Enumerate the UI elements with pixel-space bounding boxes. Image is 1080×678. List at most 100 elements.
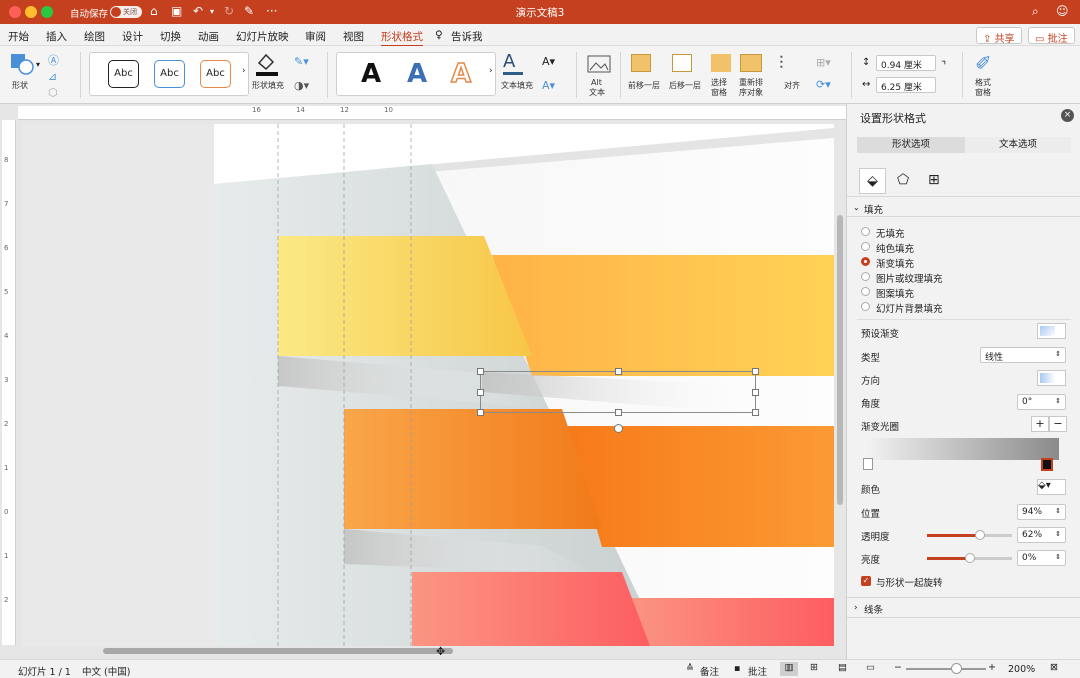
brightness-field[interactable]: 0% ⇕ xyxy=(1017,550,1066,566)
search-icon[interactable]: ⌕ xyxy=(1032,4,1039,19)
line-section-chevron-icon[interactable]: › xyxy=(854,603,858,613)
text-outline-icon[interactable]: A▾ xyxy=(542,55,555,68)
edit-shape-icon[interactable]: ⊿ xyxy=(48,70,57,83)
close-pane-icon[interactable]: × xyxy=(1061,109,1074,122)
autosave-toggle[interactable]: 关闭 xyxy=(110,6,142,18)
wordart-style-1[interactable]: A xyxy=(361,59,381,89)
selected-shape[interactable] xyxy=(480,371,756,413)
language-indicator[interactable]: 中文 (中国) xyxy=(82,664,130,678)
format-pane-icon[interactable]: ✐ xyxy=(975,51,992,75)
add-stop-button[interactable]: + xyxy=(1031,416,1049,432)
bring-forward-icon[interactable] xyxy=(631,54,651,72)
tab-home[interactable]: 开始 xyxy=(8,29,29,44)
shapes-button[interactable] xyxy=(9,52,35,79)
tab-text-options[interactable]: 文本选项 xyxy=(965,137,1071,153)
gradient-stop-1[interactable] xyxy=(863,458,873,470)
resize-handle[interactable] xyxy=(477,409,484,416)
tab-insert[interactable]: 插入 xyxy=(46,29,67,44)
shape-effects-icon[interactable]: ◑▾ xyxy=(294,79,309,92)
resize-handle[interactable] xyxy=(615,409,622,416)
height-field[interactable]: 0.94 厘米 xyxy=(876,55,936,71)
tab-slideshow[interactable]: 幻灯片放映 xyxy=(236,29,289,44)
brightness-slider[interactable] xyxy=(927,553,1012,563)
resize-handle[interactable] xyxy=(477,389,484,396)
text-effects-icon[interactable]: A▾ xyxy=(542,79,555,92)
transparency-slider-thumb[interactable] xyxy=(974,530,985,540)
more-icon[interactable]: ··· xyxy=(266,4,277,18)
radio-solid-fill[interactable] xyxy=(861,242,870,251)
notes-button[interactable]: 备注 xyxy=(700,664,719,678)
zoom-slider[interactable] xyxy=(906,663,986,674)
reading-view-icon[interactable]: ▤ xyxy=(838,662,847,673)
gradient-bar[interactable] xyxy=(867,438,1059,460)
fill-section-header[interactable]: 填充 xyxy=(864,202,883,216)
wordart-style-2[interactable]: A xyxy=(407,59,427,89)
shape-fill-button[interactable] xyxy=(254,51,280,80)
shape-style-1[interactable]: Abc xyxy=(108,60,139,88)
horizontal-scrollbar[interactable] xyxy=(103,648,453,654)
line-section-header[interactable]: 线条 xyxy=(864,602,883,616)
resize-handle[interactable] xyxy=(477,368,484,375)
comments-status-button[interactable]: 批注 xyxy=(748,664,767,678)
tab-review[interactable]: 审阅 xyxy=(305,29,326,44)
radio-pattern-fill[interactable] xyxy=(861,287,870,296)
tab-view[interactable]: 视图 xyxy=(343,29,364,44)
resize-handle[interactable] xyxy=(615,368,622,375)
comments-button[interactable]: ▭ 批注 xyxy=(1028,27,1075,45)
tab-transitions[interactable]: 切换 xyxy=(160,29,181,44)
shapes-dropdown-icon[interactable]: ▾ xyxy=(36,60,40,69)
alt-text-button[interactable] xyxy=(587,55,611,78)
position-field[interactable]: 94% ⇕ xyxy=(1017,504,1066,520)
slide[interactable] xyxy=(22,124,834,646)
vertical-scrollbar[interactable] xyxy=(837,215,843,505)
transparency-slider[interactable] xyxy=(927,530,1012,540)
tab-draw[interactable]: 绘图 xyxy=(84,29,105,44)
color-picker-button[interactable]: ⬙▾ xyxy=(1037,479,1066,495)
tab-animations[interactable]: 动画 xyxy=(198,29,219,44)
redo-icon[interactable]: ↻ xyxy=(224,4,234,18)
merge-shapes-icon[interactable]: ⬡ xyxy=(48,86,58,99)
fit-to-window-icon[interactable]: ⊠ xyxy=(1050,662,1058,673)
save-icon[interactable]: ▣ xyxy=(171,4,182,18)
zoom-slider-thumb[interactable] xyxy=(951,663,962,674)
text-fill-button[interactable]: A xyxy=(503,51,523,75)
transparency-field[interactable]: 62% ⇕ xyxy=(1017,527,1066,543)
share-button[interactable]: ⇪ 共享 xyxy=(976,27,1022,45)
edit-icon[interactable]: ✎ xyxy=(244,4,254,18)
shape-style-2[interactable]: Abc xyxy=(154,60,185,88)
type-select[interactable]: 线性 ⇕ xyxy=(980,347,1066,363)
home-icon[interactable]: ⌂ xyxy=(150,4,158,18)
radio-picture-fill[interactable] xyxy=(861,272,870,281)
undo-icon[interactable]: ↶ xyxy=(193,4,203,18)
reorder-objects-icon[interactable] xyxy=(740,54,762,72)
slide-sorter-icon[interactable]: ⊞ xyxy=(810,662,818,673)
tab-shape-format[interactable]: 形状格式 xyxy=(381,29,423,47)
tab-tell-me[interactable]: 告诉我 xyxy=(451,29,483,44)
zoom-out-icon[interactable]: − xyxy=(894,662,902,673)
angle-field[interactable]: 0° ⇕ xyxy=(1017,394,1066,410)
radio-no-fill[interactable] xyxy=(861,227,870,236)
rotate-with-shape-checkbox[interactable]: ✓ xyxy=(861,576,871,586)
size-properties-tab-icon[interactable]: ⊞ xyxy=(928,172,940,188)
shape-style-3[interactable]: Abc xyxy=(200,60,231,88)
align-icon[interactable]: ⫶ xyxy=(779,53,784,74)
close-window-button[interactable] xyxy=(9,6,21,18)
fill-section-chevron-icon[interactable]: ⌄ xyxy=(853,203,860,212)
gradient-stop-2[interactable] xyxy=(1041,458,1053,471)
tab-design[interactable]: 设计 xyxy=(122,29,143,44)
lock-aspect-icon[interactable]: ⌝ xyxy=(941,59,946,72)
styles-more-icon[interactable]: › xyxy=(242,66,246,76)
resize-handle[interactable] xyxy=(752,409,759,416)
wordart-more-icon[interactable]: › xyxy=(489,66,493,76)
fill-line-tab-icon[interactable]: ⬙ xyxy=(859,168,886,194)
shape-outline-icon[interactable]: ✎▾ xyxy=(294,55,309,68)
textbox-icon[interactable]: Ⓐ xyxy=(48,52,59,68)
brightness-slider-thumb[interactable] xyxy=(965,553,975,563)
slideshow-icon[interactable]: ▭ xyxy=(866,662,875,673)
tab-shape-options[interactable]: 形状选项 xyxy=(857,137,965,153)
send-backward-icon[interactable] xyxy=(672,54,692,72)
resize-handle[interactable] xyxy=(752,368,759,375)
minimize-window-button[interactable] xyxy=(25,6,37,18)
undo-dropdown-icon[interactable]: ▾ xyxy=(210,7,214,16)
zoom-window-button[interactable] xyxy=(41,6,53,18)
